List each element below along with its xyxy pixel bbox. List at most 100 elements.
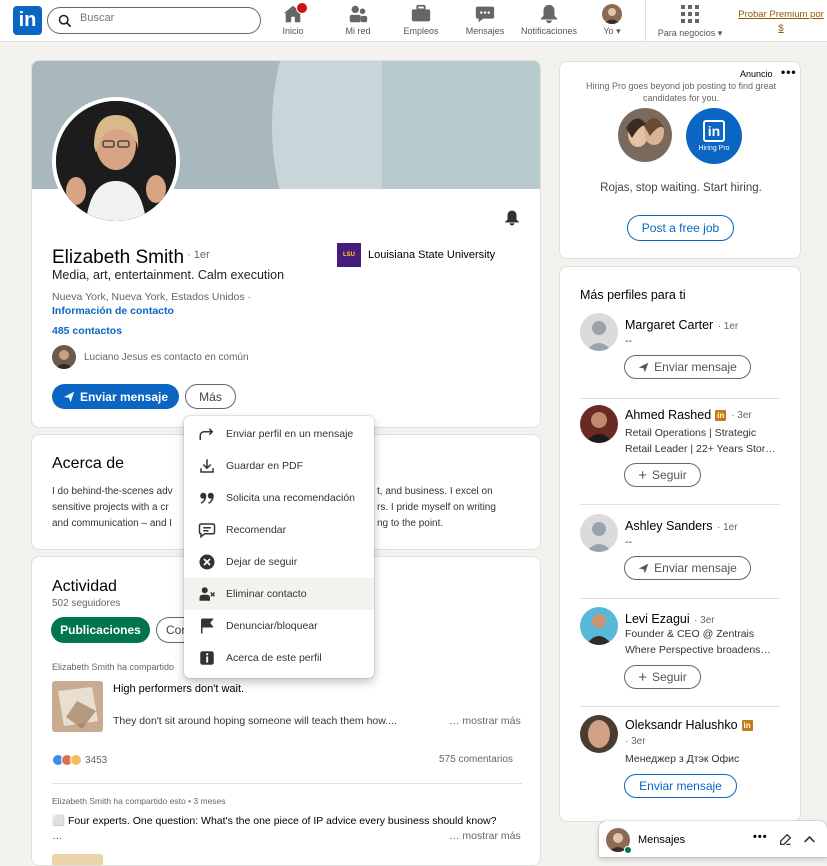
menu-item-report-block[interactable]: Denunciar/bloquear [184,610,374,642]
more-button[interactable]: Más [185,384,236,409]
send-message-button[interactable]: Enviar mensaje [624,556,751,580]
search-input[interactable] [80,12,250,24]
premium-line1: Probar Premium por [738,9,824,20]
tab-posts[interactable]: Publicaciones [51,617,150,643]
send-icon [63,391,75,402]
divider [52,783,522,784]
menu-item-label: Eliminar contacto [226,588,307,600]
menu-item-save-pdf[interactable]: Guardar en PDF [184,450,374,482]
post-job-button[interactable]: Post a free job [627,215,734,241]
menu-item-about-profile[interactable]: Acerca de este perfil [184,642,374,674]
menu-item-label: Recomendar [226,524,287,536]
linkedin-logo[interactable]: in [13,6,42,35]
bell-icon[interactable] [503,209,521,227]
quote-icon [200,492,214,504]
person-name: Oleksandr Halushko [625,718,738,732]
ad-label: Anuncio [740,69,773,79]
send-message-button[interactable]: Enviar mensaje [52,384,179,409]
person-name-row[interactable]: Oleksandr Halushko in [625,718,753,732]
post-job-label: Post a free job [641,221,720,235]
person-name: Margaret Carter [625,318,714,332]
messaging-options-icon[interactable]: ••• [753,831,768,843]
search-bar[interactable] [47,7,261,34]
mutual-text: Luciano Jesus es contacto en común [84,351,249,363]
profile-photo[interactable] [52,97,180,225]
nav-home[interactable]: Inicio [276,2,310,41]
avatar[interactable] [580,405,618,443]
menu-item-request-recommendation[interactable]: Solicita una recomendación [184,482,374,514]
ad-message: Rojas, stop waiting. Start hiring. [600,182,762,194]
comment-icon [198,523,216,539]
person-headline: -- [625,335,632,347]
follow-button[interactable]: + Seguir [624,665,701,689]
messaging-label: Mensajes [638,834,686,846]
linkedin-logo: in [703,120,725,142]
post2-show-more[interactable]: … mostrar más [449,830,521,842]
avatar[interactable] [580,715,618,753]
follow-label: Seguir [652,670,687,684]
compose-icon[interactable] [779,833,792,846]
menu-item-label: Solicita una recomendación [226,492,355,504]
nav-me[interactable]: Yo ▾ [597,3,627,41]
reactions[interactable]: 3453 [52,754,107,766]
person-name: Ahmed Rashed [625,408,712,422]
plus-icon: + [638,466,648,484]
post1-thumbnail[interactable] [52,681,103,732]
chevron-up-icon[interactable] [803,833,816,846]
about-line2b: rs. I pride myself on writing [377,502,496,513]
send-message-button[interactable]: Enviar mensaje [624,774,737,798]
divider [580,598,780,599]
connections-link[interactable]: 485 contactos [52,325,122,337]
nav-notifications[interactable]: Notificaciones [518,3,580,41]
menu-item-remove-connection[interactable]: Eliminar contacto [184,578,374,610]
nav-business[interactable]: Para negocios ▾ [655,3,725,41]
profile-location: Nueva York, Nueva York, Estados Unidos · [52,291,252,303]
share-icon [199,428,214,440]
follow-button[interactable]: + Seguir [624,463,701,487]
menu-item-label: Enviar perfil en un mensaje [226,428,354,440]
contact-info-link[interactable]: Información de contacto [52,305,174,317]
about-line1a: I do behind-the-scenes adv [52,486,173,497]
avatar[interactable] [580,313,618,351]
nav-jobs-label: Empleos [403,26,439,36]
messaging-bar[interactable]: Mensajes ••• [599,821,827,857]
avatar[interactable] [580,607,618,645]
post1-text: They don't sit around hoping someone wil… [113,715,397,727]
profile-card: Elizabeth Smith · 1er Media, art, enterta… [31,60,541,428]
person-headline: Менеджер з Дтэк Офис [625,753,740,765]
home-icon [282,2,308,25]
person-name-row[interactable]: Ashley Sanders · 1er [625,517,738,535]
nav-me-label: Yo [603,26,614,36]
suggestions-card: Más perfiles para ti Margaret Carter · 1… [559,266,801,822]
post1-show-more[interactable]: … mostrar más [449,715,521,727]
top-nav: in Inicio Mi red Empleos Mensajes Notifi… [0,0,827,42]
nav-jobs[interactable]: Empleos [400,3,442,41]
premium-link[interactable]: Probar Premium por $ [736,8,826,36]
person-name-row[interactable]: Ahmed Rashed in · 3er [625,408,752,422]
ad-tagline-line2: candidates for you. [642,93,720,103]
menu-item-recommend[interactable]: Recomendar [184,514,374,546]
education-link[interactable]: LSU Louisiana State University [337,243,495,267]
menu-item-label: Guardar en PDF [226,460,304,472]
nav-network[interactable]: Mi red [338,3,378,41]
ad-options-icon[interactable]: ••• [781,65,797,79]
nav-messaging[interactable]: Mensajes [464,3,506,41]
mutual-connections[interactable]: Luciano Jesus es contacto en común [52,345,249,369]
person-name-row[interactable]: Margaret Carter · 1er [625,316,738,334]
menu-item-share-profile[interactable]: Enviar perfil en un mensaje [184,418,374,450]
avatar [602,4,622,24]
people-icon [347,3,369,25]
about-line3b: ng to the point. [377,518,444,529]
premium-line2: $ [778,23,784,34]
menu-item-unfollow[interactable]: Dejar de seguir [184,546,374,578]
premium-badge-icon: in [715,409,727,421]
post2-thumbnail[interactable] [52,854,103,865]
send-message-label: Enviar mensaje [79,389,169,404]
avatar[interactable] [580,514,618,552]
chat-icon [474,3,496,25]
online-status-icon [624,846,632,854]
person-degree: · 3er [731,409,752,421]
send-message-button[interactable]: Enviar mensaje [624,355,751,379]
comments-count[interactable]: 575 comentarios [439,754,513,765]
school-logo: LSU [337,243,361,267]
